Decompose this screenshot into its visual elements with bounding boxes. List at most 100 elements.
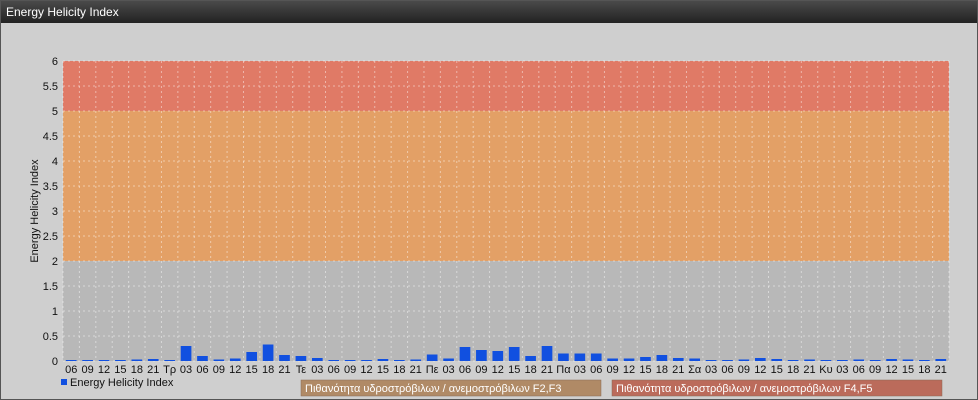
data-bar xyxy=(804,359,815,361)
x-tick-label: 18 xyxy=(656,364,668,376)
x-tick-label: 03 xyxy=(574,364,586,376)
data-bar xyxy=(262,344,274,361)
x-tick-label: 06 xyxy=(459,364,471,376)
y-tick-label: 2.5 xyxy=(43,231,58,243)
x-tick-label: 09 xyxy=(344,364,356,376)
x-tick-label: 03 xyxy=(180,364,192,376)
x-tick-label: 21 xyxy=(147,364,159,376)
x-tick-label: 18 xyxy=(131,364,143,376)
data-bar xyxy=(705,360,717,361)
x-tick-label: 15 xyxy=(771,364,783,376)
x-tick-label: 09 xyxy=(869,364,881,376)
x-tick-label: 03 xyxy=(836,364,848,376)
data-bar xyxy=(689,358,701,361)
x-tick-label: 03 xyxy=(705,364,717,376)
y-tick-label: 5.5 xyxy=(43,81,58,93)
data-bar xyxy=(525,356,536,361)
data-bar xyxy=(754,358,766,361)
data-bar xyxy=(82,360,93,361)
data-bar xyxy=(853,359,865,361)
data-bar xyxy=(246,352,258,361)
y-tick-label: 3 xyxy=(52,206,58,218)
data-bar xyxy=(558,353,569,361)
data-bar xyxy=(656,355,668,361)
data-bar xyxy=(672,358,684,361)
x-tick-label: Πε xyxy=(426,364,439,376)
x-tick-label: 18 xyxy=(393,364,405,376)
x-tick-label: Σα xyxy=(688,364,702,376)
y-axis-label: Energy Helicity Index xyxy=(29,159,41,263)
data-bar xyxy=(640,357,651,361)
data-bar xyxy=(443,358,454,361)
data-bar xyxy=(574,353,586,361)
legend-swatch xyxy=(61,379,67,385)
x-tick-label: 09 xyxy=(475,364,487,376)
data-bar xyxy=(722,360,733,361)
y-tick-label: 0.5 xyxy=(43,331,58,343)
data-bar xyxy=(147,359,159,361)
data-bar xyxy=(492,351,504,361)
y-tick-label: 4.5 xyxy=(43,131,58,143)
y-tick-label: 0 xyxy=(52,356,58,368)
data-bar xyxy=(229,358,241,361)
x-tick-label: Κυ xyxy=(819,364,832,376)
data-bar xyxy=(935,359,947,361)
data-bar xyxy=(476,350,487,361)
data-bar xyxy=(377,359,389,361)
data-bar xyxy=(361,360,372,361)
x-tick-label: 09 xyxy=(738,364,750,376)
x-tick-label: 18 xyxy=(262,364,274,376)
x-tick-label: 21 xyxy=(935,364,947,376)
x-tick-label: 12 xyxy=(623,364,635,376)
x-tick-label: 12 xyxy=(229,364,241,376)
data-bar xyxy=(279,355,290,361)
data-bar xyxy=(459,347,471,361)
x-tick-label: 06 xyxy=(328,364,340,376)
x-tick-label: 15 xyxy=(508,364,520,376)
x-tick-label: 18 xyxy=(524,364,536,376)
data-bar xyxy=(164,360,175,361)
chart-window: Energy Helicity Index 0 0.5 1 1.5 2 2.5 3 3.5 4 4… xyxy=(0,0,978,400)
x-tick-label: Τρ xyxy=(163,364,176,376)
data-bar xyxy=(623,358,635,361)
data-bar xyxy=(328,360,340,361)
data-bar xyxy=(886,359,897,361)
data-bar xyxy=(607,358,618,361)
x-tick-label: 12 xyxy=(754,364,766,376)
data-bar xyxy=(65,360,77,361)
x-tick-label: Τε xyxy=(296,364,307,376)
data-bar xyxy=(837,360,848,361)
x-tick-label: 09 xyxy=(213,364,225,376)
data-bar xyxy=(394,360,405,361)
data-bar xyxy=(902,359,914,361)
x-tick-label: 06 xyxy=(590,364,602,376)
data-bar xyxy=(98,360,110,361)
x-tick-label: 15 xyxy=(377,364,389,376)
y-tick-label: 2 xyxy=(52,256,58,268)
data-bar xyxy=(410,359,422,361)
data-bar xyxy=(180,346,192,361)
data-bar xyxy=(131,359,143,361)
data-bar xyxy=(869,360,881,361)
x-tick-label: 06 xyxy=(853,364,865,376)
x-tick-label: 12 xyxy=(885,364,897,376)
x-tick-label: 21 xyxy=(410,364,422,376)
y-tick-label: 4 xyxy=(52,156,58,168)
data-bar xyxy=(197,356,208,361)
x-tick-label: 21 xyxy=(803,364,815,376)
data-bar xyxy=(213,359,225,361)
x-tick-label: 03 xyxy=(442,364,454,376)
x-tick-label: 12 xyxy=(492,364,504,376)
data-bar xyxy=(541,346,553,361)
x-tick-label: 06 xyxy=(65,364,77,376)
y-tick-label: 6 xyxy=(52,56,58,68)
x-tick-label: 12 xyxy=(360,364,372,376)
band-label-text-1: Πιθανότητα υδροστρόβιλων / ανεμοστρόβιλω… xyxy=(305,383,562,395)
x-tick-label: Πα xyxy=(556,364,571,376)
data-bar xyxy=(344,360,356,361)
data-bar xyxy=(508,347,520,361)
legend-label: Energy Helicity Index xyxy=(70,377,174,389)
x-tick-label: 21 xyxy=(541,364,553,376)
data-bar xyxy=(820,360,832,361)
x-tick-label: 15 xyxy=(114,364,126,376)
